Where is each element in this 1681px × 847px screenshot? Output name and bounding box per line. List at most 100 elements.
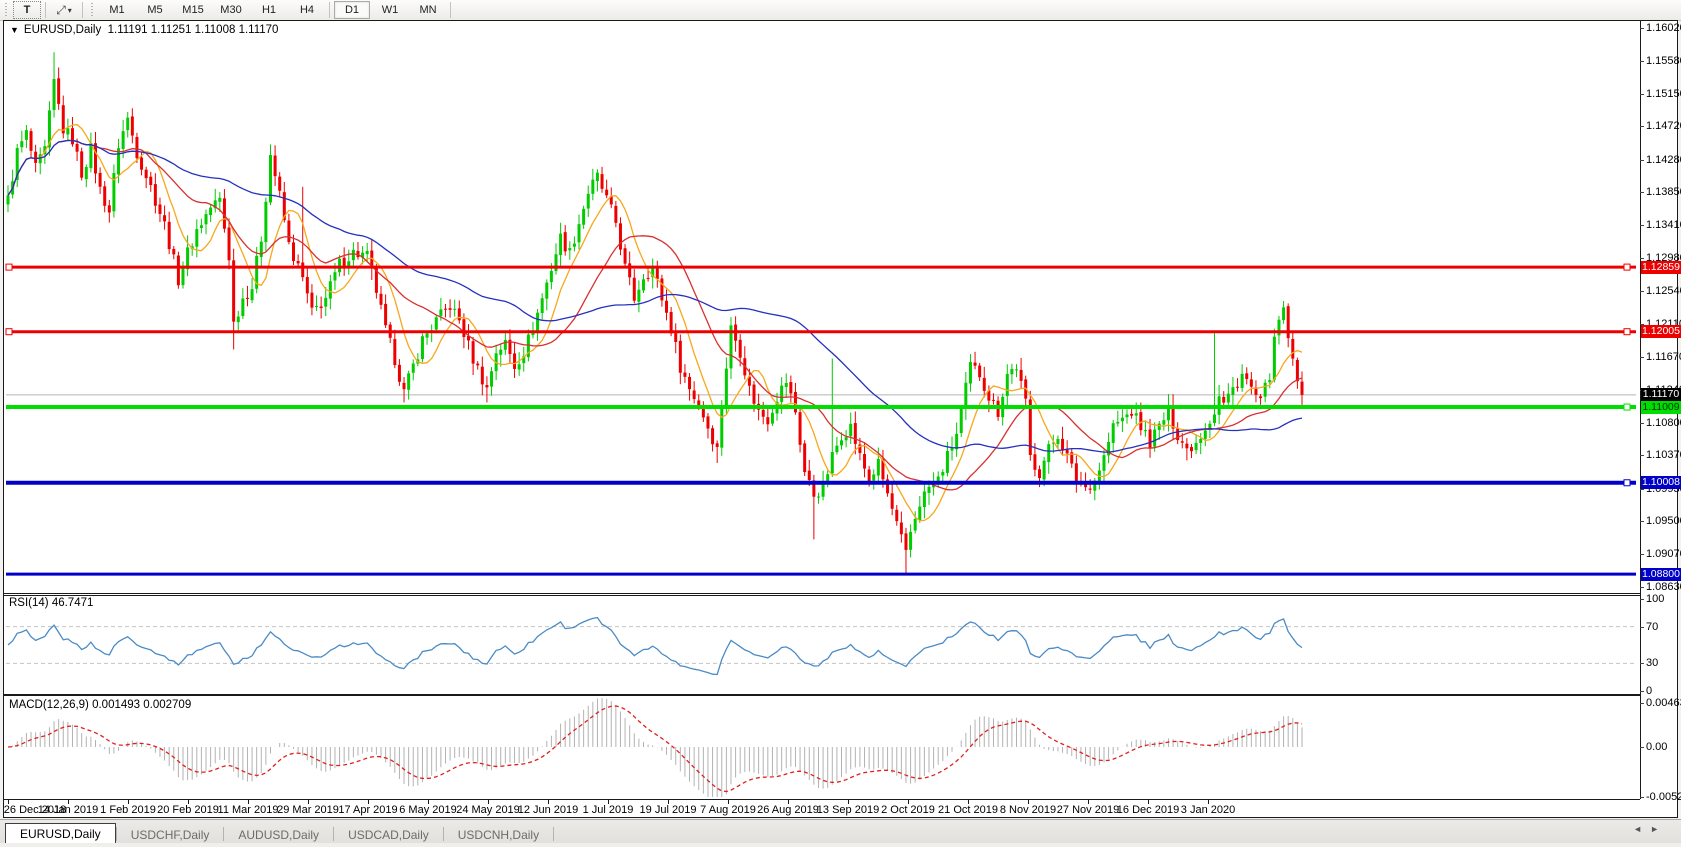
line-handle[interactable] (1623, 479, 1631, 487)
price-line-badge: 1.12005 (1641, 325, 1681, 339)
date-axis-label: 26 Aug 2019 (757, 804, 819, 816)
rsi-indicator-pane[interactable] (0, 596, 1640, 694)
rsi-label: RSI(14) 46.7471 (9, 597, 94, 609)
date-axis-label: 29 Mar 2019 (277, 804, 339, 816)
price-axis-tick (1640, 192, 1644, 194)
price-axis-tick (1640, 225, 1644, 227)
price-axis-tick (1640, 28, 1644, 29)
chart-tab-eurusd[interactable]: EURUSD,Daily (5, 823, 116, 844)
macd-axis-label: 0.00463 (1646, 697, 1681, 709)
price-axis-label: 1.09070 (1646, 547, 1681, 560)
date-axis-label: 16 Dec 2019 (1116, 804, 1180, 816)
price-axis-tick (1640, 455, 1644, 457)
chart-tab-usdcnh[interactable]: USDCNH,Daily (444, 825, 553, 844)
line-handle[interactable] (1623, 328, 1631, 336)
date-axis-label: 27 Nov 2019 (1056, 804, 1120, 816)
toolbar-separator (45, 2, 46, 18)
tab-scroll-arrows[interactable]: ◄► (1633, 824, 1667, 834)
rsi-axis-tick (1640, 691, 1644, 692)
price-axis-tick (1640, 159, 1644, 161)
price-axis-label: 1.14280 (1646, 153, 1681, 166)
chart-tab-audusd[interactable]: AUDUSD,Daily (224, 825, 333, 844)
ma-fast-line (7, 124, 1303, 522)
date-axis-label: 7 Aug 2019 (700, 804, 756, 816)
date-axis-label: 14 Jan 2019 (37, 804, 99, 816)
macd-axis-tick (1640, 797, 1644, 799)
ma-mid-line (7, 139, 1303, 491)
chart-tab-bar: EURUSD,Daily USDCHF,Daily AUDUSD,Daily USDC… (0, 819, 1681, 844)
price-axis-tick (1640, 257, 1644, 259)
date-axis-label: 1 Feb 2019 (100, 804, 156, 816)
pane-separator (3, 595, 1640, 596)
price-axis-tick (1640, 93, 1644, 95)
price-chart-pane[interactable] (0, 21, 1640, 592)
line-handle[interactable] (1623, 263, 1631, 271)
date-axis-label: 1 Jul 2019 (582, 804, 634, 816)
price-axis-label: 1.11670 (1646, 351, 1681, 364)
macd-label: MACD(12,26,9) 0.001493 0.002709 (9, 699, 192, 711)
rsi-axis-tick (1640, 663, 1644, 665)
macd-axis-label: -0.00529 (1646, 791, 1681, 804)
rsi-axis-label: 100 (1646, 593, 1665, 605)
date-axis-label: 6 May 2019 (399, 804, 457, 816)
tab-separator (553, 827, 555, 841)
date-axis-label: 21 Oct 2019 (938, 804, 998, 816)
toolbar-separator (450, 2, 451, 18)
pane-separator[interactable] (3, 593, 1640, 594)
price-axis-tick (1640, 357, 1644, 359)
chart-tab-usdchf[interactable]: USDCHF,Daily (117, 825, 224, 844)
macd-indicator-pane[interactable] (0, 696, 1640, 799)
chart-tab-usdcad[interactable]: USDCAD,Daily (334, 825, 443, 844)
rsi-axis-label: 70 (1646, 620, 1659, 633)
date-axis-label: 3 Jan 2020 (1180, 804, 1236, 816)
price-axis-tick (1640, 521, 1644, 523)
rsi-axis-tick (1640, 626, 1644, 628)
timeframe-button-m15[interactable]: M15 (175, 1, 211, 19)
toolbar: T ⤢ ▾ M1 M5 M15 M30 H1 H4 D1 W1 MN (0, 0, 1681, 21)
price-axis-label: 1.08630 (1646, 581, 1681, 593)
date-axis-label: 12 Jun 2019 (517, 804, 579, 816)
toolbar-separator (329, 2, 330, 18)
timeframe-button-m1[interactable]: M1 (99, 1, 135, 19)
price-axis-label: 1.13410 (1646, 219, 1681, 232)
price-axis-label: 1.16020 (1646, 22, 1681, 34)
toolbar-grip[interactable] (4, 3, 8, 17)
price-axis-tick (1640, 422, 1644, 424)
date-axis-label: 8 Nov 2019 (999, 804, 1057, 816)
date-axis-label: 11 Mar 2019 (217, 804, 279, 816)
timeframe-button-h4[interactable]: H4 (289, 1, 325, 19)
line-handle[interactable] (1623, 403, 1631, 411)
toolbar-grip[interactable] (90, 3, 94, 17)
price-line-badge: 1.11009 (1641, 400, 1681, 414)
timeframe-button-m5[interactable]: M5 (137, 1, 173, 19)
macd-axis-label: 0.00 (1646, 741, 1668, 753)
price-axis-label: 1.15580 (1646, 55, 1681, 68)
rsi-axis-label: 30 (1646, 657, 1659, 670)
date-axis-label: 24 May 2019 (456, 804, 520, 816)
date-axis-label: 2 Oct 2019 (881, 804, 935, 816)
price-axis-tick (1640, 126, 1644, 128)
chevron-down-icon: ▾ (67, 5, 72, 15)
price-line-badge: 1.08800 (1641, 567, 1681, 581)
scroll-left-icon[interactable]: ◄ (1633, 824, 1650, 834)
line-handle[interactable] (5, 328, 13, 336)
macd-signal-line (7, 705, 1303, 793)
arrows-tool-button[interactable]: ⤢ ▾ (50, 1, 78, 19)
timeframe-button-m30[interactable]: M30 (213, 1, 249, 19)
line-handle[interactable] (5, 263, 13, 271)
price-axis-label: 1.12540 (1646, 285, 1681, 298)
scroll-right-icon[interactable]: ► (1650, 824, 1667, 834)
date-axis-label: 13 Sep 2019 (816, 804, 880, 816)
timeframe-button-h1[interactable]: H1 (251, 1, 287, 19)
current-price-badge: 1.11170 (1641, 388, 1681, 402)
timeframe-button-d1[interactable]: D1 (334, 1, 370, 19)
date-axis-label: 17 Apr 2019 (338, 804, 398, 816)
date-axis-label: 20 Feb 2019 (157, 804, 219, 816)
price-axis-label: 1.14720 (1646, 120, 1681, 133)
macd-histogram (12, 698, 1303, 797)
timeframe-button-mn[interactable]: MN (410, 1, 446, 19)
timeframe-button-w1[interactable]: W1 (372, 1, 408, 19)
pane-separator (3, 695, 1640, 696)
text-tool-button[interactable]: T (13, 1, 41, 19)
price-axis-label: 1.15150 (1646, 87, 1681, 100)
